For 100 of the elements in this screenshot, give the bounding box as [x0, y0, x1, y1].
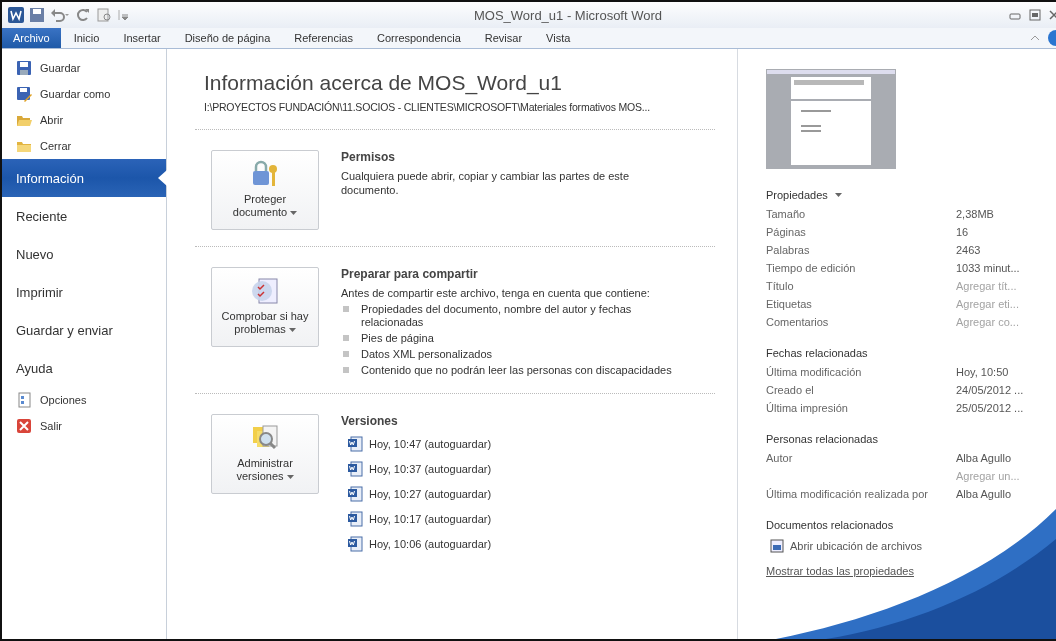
show-all-properties-link[interactable]: Mostrar todas las propiedades — [766, 565, 1037, 577]
property-label: Tiempo de edición — [766, 261, 857, 276]
property-label: Título — [766, 279, 795, 294]
bullet-icon — [343, 306, 349, 312]
action-button[interactable]: Comprobar si hay problemas — [211, 267, 319, 347]
property-label: Tamaño — [766, 207, 807, 222]
help-icon[interactable] — [1046, 28, 1056, 48]
property-value: Alba Agullo — [956, 451, 1013, 466]
property-label: Palabras — [766, 243, 811, 258]
checklist-item: Contenido que no podrán leer las personas con discapacidades — [361, 364, 672, 377]
save-icon[interactable] — [30, 8, 44, 22]
open-location-link[interactable]: Abrir ubicación de archivos — [766, 535, 1037, 557]
command-label: Guardar — [40, 62, 81, 74]
close-icon[interactable] — [1048, 8, 1056, 22]
menu-command[interactable]: Guardar como — [2, 81, 166, 107]
command-label: Opciones — [40, 394, 87, 406]
property-label: Comentarios — [766, 315, 830, 330]
checklist-item: Datos XML personalizados — [361, 348, 493, 361]
print-preview-icon[interactable] — [96, 8, 112, 22]
property-label: Última modificación realizada por — [766, 487, 929, 502]
menu-command[interactable]: Guardar — [2, 55, 166, 81]
bullet-icon — [343, 351, 349, 357]
group-heading: Personas relacionadas — [766, 432, 879, 447]
version-link[interactable]: Hoy, 10:27 (autoguardar) — [341, 483, 715, 505]
property-value: 1033 minut... — [956, 261, 1021, 276]
action-button[interactable]: Administrar versiones — [211, 414, 319, 494]
ribbon-tab[interactable]: Inicio — [62, 28, 111, 48]
caret-icon — [288, 328, 296, 333]
checklist-document-icon — [249, 276, 281, 306]
word-document-icon — [347, 536, 363, 552]
backstage-tab[interactable]: Imprimir — [2, 273, 166, 311]
section-description: Cualquiera puede abrir, copiar y cambiar las partes de este documento. — [341, 169, 630, 197]
caret-icon — [286, 475, 294, 480]
version-link[interactable]: Hoy, 10:47 (autoguardar) — [341, 433, 715, 455]
options-icon — [16, 392, 32, 408]
checklist-item: Propiedades del documento, nombre del autor y fechas relacionadas — [361, 303, 633, 329]
command-label: Guardar como — [40, 88, 111, 100]
group-heading: Fechas relacionadas — [766, 346, 869, 361]
ribbon-tab[interactable]: Vista — [535, 28, 582, 48]
ribbon-tab[interactable]: Insertar — [112, 28, 172, 48]
window-title: MOS_Word_u1 - Microsoft Word — [472, 7, 664, 23]
bullet-icon — [343, 367, 349, 373]
property-value: Hoy, 10:50 — [956, 365, 1010, 380]
redo-icon[interactable] — [76, 8, 90, 22]
property-value: 24/05/2012 ... — [956, 383, 1025, 398]
property-label: Autor — [766, 451, 794, 466]
property-value: 2463 — [956, 243, 982, 258]
property-label: Páginas — [766, 225, 807, 240]
word-document-icon — [347, 461, 363, 477]
command-label: Cerrar — [40, 140, 72, 152]
customize-toolbar-icon[interactable] — [118, 8, 128, 22]
menu-command[interactable]: Cerrar — [2, 133, 166, 159]
menu-command[interactable]: Abrir — [2, 107, 166, 133]
backstage-tab[interactable]: Nuevo — [2, 235, 166, 273]
close-icon — [16, 418, 32, 434]
caret-icon — [290, 211, 298, 216]
section-heading: Versiones — [341, 414, 399, 428]
file-path: I:\PROYECTOS FUNDACIÓN\11.SOCIOS - CLIENTES\MICROSOFT\Materiales formativos MOS... — [203, 101, 651, 113]
word-document-icon — [347, 436, 363, 452]
group-heading: Documentos relacionados — [766, 518, 895, 533]
version-link[interactable]: Hoy, 10:06 (autoguardar) — [341, 533, 715, 555]
property-value: 25/05/2012 ... — [956, 401, 1025, 416]
backstage-tab[interactable]: Ayuda — [2, 349, 166, 387]
section-heading: Permisos — [341, 150, 397, 164]
folder-window-icon — [770, 539, 784, 553]
command-label: Salir — [40, 420, 62, 432]
menu-command[interactable]: Salir — [2, 413, 166, 439]
property-value: Alba Agullo — [956, 487, 1013, 502]
restore-icon[interactable] — [1028, 8, 1042, 22]
ribbon-tab[interactable]: Correspondencia — [366, 28, 472, 48]
ribbon-tab[interactable]: Revisar — [473, 28, 534, 48]
version-link[interactable]: Hoy, 10:37 (autoguardar) — [341, 458, 715, 480]
command-label: Abrir — [40, 114, 64, 126]
word-logo-icon[interactable] — [8, 7, 24, 23]
undo-icon[interactable] — [50, 8, 70, 22]
property-value: 2,38MB — [956, 207, 995, 222]
property-label: Última impresión — [766, 401, 849, 416]
version-link[interactable]: Hoy, 10:17 (autoguardar) — [341, 508, 715, 530]
bullet-icon — [343, 335, 349, 341]
property-label: Etiquetas — [766, 297, 813, 312]
checklist-item: Pies de página — [361, 332, 434, 345]
property-label: Última modificación — [766, 365, 863, 380]
caret-icon — [834, 193, 842, 197]
section-heading: Preparar para compartir — [341, 267, 479, 281]
word-document-icon — [347, 511, 363, 527]
property-value: 16 — [956, 225, 970, 240]
section-description: Antes de compartir este archivo, tenga en cuenta que contiene: — [341, 286, 651, 300]
property-label: Creado el — [766, 383, 815, 398]
backstage-tab[interactable]: Reciente — [2, 197, 166, 235]
backstage-tab[interactable]: Guardar y enviar — [2, 311, 166, 349]
action-button[interactable]: Proteger documento — [211, 150, 319, 230]
group-heading[interactable]: Propiedades — [766, 185, 1037, 205]
backstage-tab[interactable]: Información — [2, 159, 166, 197]
ribbon-tab[interactable]: Archivo — [2, 28, 61, 48]
ribbon-tab[interactable]: Referencias — [283, 28, 364, 48]
floppy-pencil-icon — [16, 86, 32, 102]
page-title: Información acerca de MOS_Word_u1 — [203, 71, 563, 95]
word-document-icon — [347, 486, 363, 502]
menu-command[interactable]: Opciones — [2, 387, 166, 413]
ribbon-tab[interactable]: Diseño de página — [173, 28, 282, 48]
